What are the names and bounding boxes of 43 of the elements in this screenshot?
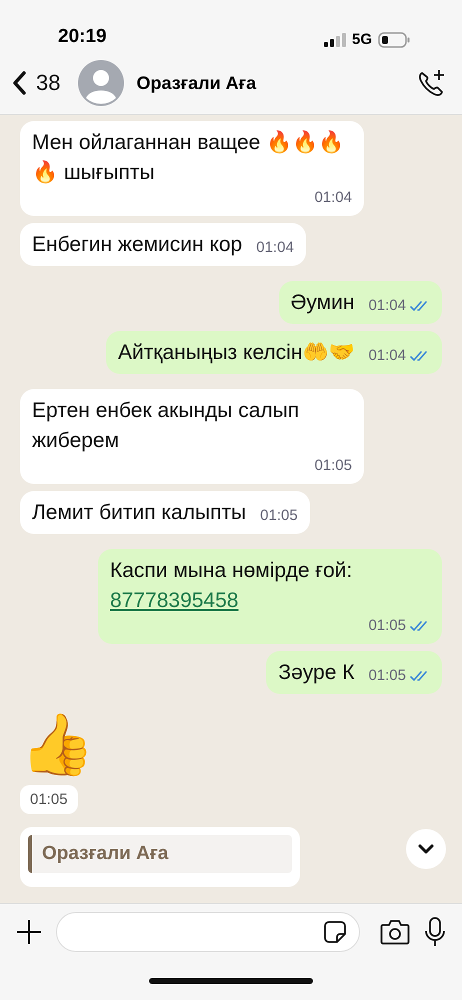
message-time: 01:04: [368, 346, 406, 366]
message-time: 01:04: [256, 238, 294, 258]
message-text: Зәуре К: [278, 660, 354, 686]
message-bubble[interactable]: Айтқаныңыз келсін🤲🤝 01:04: [106, 331, 442, 374]
message-time: 01:04: [368, 296, 406, 316]
scroll-down-button[interactable]: [406, 829, 446, 869]
message-text: Лемит битип калыпты: [32, 500, 246, 526]
status-time: 20:19: [58, 26, 107, 48]
plus-icon[interactable]: [16, 919, 42, 945]
message-text: Каспи мына нөмірде ғой:: [110, 558, 352, 584]
message-bubble[interactable]: Әумин 01:04: [278, 281, 442, 324]
chevron-down-icon: [418, 844, 434, 854]
quoted-message-card[interactable]: Оразғали Аға: [20, 827, 300, 887]
message-time: 01:05: [314, 456, 352, 476]
message-time: 01:04: [314, 188, 352, 208]
message-time: 01:05: [368, 616, 406, 636]
camera-icon[interactable]: [380, 919, 410, 945]
message-bubble[interactable]: Каспи мына нөмірде ғой: 87778395458 01:05: [98, 549, 442, 644]
network-label: 5G: [352, 31, 372, 48]
message-bubble[interactable]: Зәуре К 01:05: [266, 651, 442, 694]
message-text: Айтқаныңыз келсін🤲🤝: [118, 340, 354, 366]
message-bubble[interactable]: Лемит битип калыпты 01:05: [20, 491, 310, 534]
microphone-icon[interactable]: [424, 917, 446, 947]
phone-link[interactable]: 87778395458: [110, 586, 430, 616]
add-call-icon[interactable]: [416, 68, 446, 98]
message-time: 01:05: [20, 785, 78, 814]
message-text: Әумин: [290, 290, 354, 316]
message-text: Ертен енбек акынды салып жиберем: [32, 398, 300, 454]
battery-icon: [378, 32, 410, 48]
message-text: Енбегин жемисин кор: [32, 232, 242, 258]
message-time: 01:05: [368, 666, 406, 686]
quote-author: Оразғали Аға: [28, 835, 292, 873]
back-button[interactable]: 38: [12, 70, 60, 96]
message-bubble[interactable]: Енбегин жемисин кор 01:04: [20, 223, 306, 266]
message-input-field[interactable]: [56, 912, 360, 952]
sticker-icon[interactable]: [323, 920, 347, 944]
signal-icon: [324, 32, 346, 46]
contact-name[interactable]: Оразғали Аға: [136, 72, 404, 94]
message-bubble[interactable]: Мен ойлаганнан ващее 🔥🔥🔥🔥 шығыпты 01:04: [20, 121, 364, 216]
back-icon: [12, 71, 26, 95]
message-time: 01:05: [260, 506, 298, 526]
message-bubble[interactable]: Ертен енбек акынды салып жиберем 01:05: [20, 389, 364, 484]
message-text: Мен ойлаганнан ващее 🔥🔥🔥🔥 шығыпты: [32, 129, 346, 186]
